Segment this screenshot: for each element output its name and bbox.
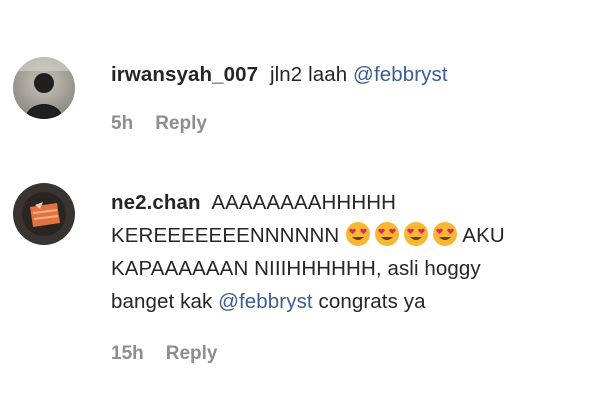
avatar-image [13, 57, 75, 119]
comment-body-line: AAAAAAAAHHHHH [206, 191, 397, 214]
mention-link[interactable]: @febbryst [353, 63, 448, 86]
heart-eyes-emoji [346, 222, 371, 246]
avatar[interactable] [13, 183, 75, 245]
comment-item: irwansyah_007 jln2 laah @febbryst 5h Repl… [0, 0, 600, 160]
comment-text: ne2.chan AAAAAAAAHHHHH KEREEEEEEENNNNNN … [111, 186, 580, 318]
avatar-image [13, 183, 75, 245]
comment-time: 15h [111, 343, 144, 364]
comment-body-line: KEREEEEEEENNNNNN [111, 224, 340, 247]
heart-eyes-emoji [404, 222, 429, 246]
comment-text: irwansyah_007 jln2 laah @febbryst [111, 60, 580, 90]
comment-body-line: AKU [462, 224, 505, 247]
comment-meta: 15h Reply [111, 343, 240, 365]
comment-username[interactable]: ne2.chan [111, 191, 201, 214]
comment-body-line: congrats ya [312, 290, 426, 313]
comment-body-line: banget kak [111, 290, 219, 313]
comment-meta: 5h Reply [111, 113, 229, 135]
avatar[interactable] [13, 57, 75, 119]
comment-body-line: KAPAAAAAAN NIIIHHHHHH, asli hoggy [111, 257, 481, 280]
mention-link[interactable]: @febbryst [218, 290, 313, 313]
emoji-group [345, 221, 458, 247]
heart-eyes-emoji [433, 222, 458, 246]
heart-eyes-emoji [375, 222, 400, 246]
reply-button[interactable]: Reply [155, 113, 207, 134]
comment-username[interactable]: irwansyah_007 [111, 63, 258, 86]
comment-item: ne2.chan AAAAAAAAHHHHH KEREEEEEEENNNNNN … [0, 160, 600, 400]
comment-body: jln2 laah [264, 63, 354, 86]
reply-button[interactable]: Reply [166, 343, 218, 364]
comment-time: 5h [111, 113, 134, 134]
